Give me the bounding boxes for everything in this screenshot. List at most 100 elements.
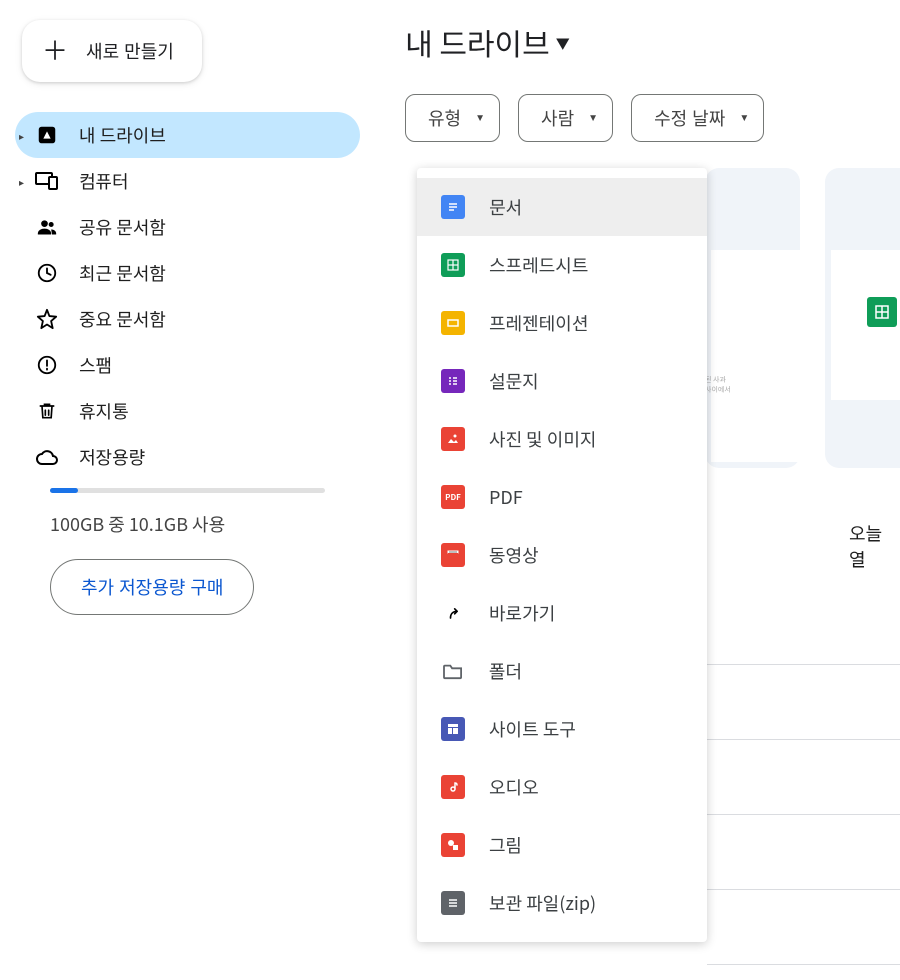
- sidebar: ＋ 새로 만들기 ▸ 내 드라이브 ▸ 컴퓨터 공유 문서함: [0, 0, 375, 615]
- filter-label: 유형: [428, 105, 461, 131]
- archive-icon: [441, 891, 465, 915]
- video-icon: [441, 543, 465, 567]
- list-row[interactable]: [707, 740, 900, 815]
- dropdown-item-folder[interactable]: 폴더: [417, 642, 707, 700]
- dropdown-label: 폴더: [489, 658, 522, 684]
- filter-modified[interactable]: 수정 날짜 ▼: [631, 94, 764, 142]
- filter-type[interactable]: 유형 ▼: [405, 94, 500, 142]
- file-card[interactable]: [705, 168, 800, 468]
- dropdown-item-shortcut[interactable]: 바로가기: [417, 584, 707, 642]
- storage-bar-fill: [50, 488, 78, 493]
- list-row[interactable]: [707, 815, 900, 890]
- storage-text: 100GB 중 10.1GB 사용: [50, 511, 325, 537]
- storage-bar: [50, 488, 325, 493]
- audio-icon: [441, 775, 465, 799]
- folder-icon: [441, 659, 465, 683]
- list-row[interactable]: [707, 665, 900, 740]
- list-row[interactable]: [707, 890, 900, 965]
- dropdown-label: 보관 파일(zip): [489, 890, 596, 916]
- dropdown-item-audio[interactable]: 오디오: [417, 758, 707, 816]
- people-icon: [35, 215, 59, 239]
- sheets-icon: [441, 253, 465, 277]
- filter-label: 사람: [541, 105, 574, 131]
- dropdown-item-forms[interactable]: 설문지: [417, 352, 707, 410]
- nav-item-shared[interactable]: 공유 문서함: [15, 204, 360, 250]
- nav-label: 컴퓨터: [79, 168, 129, 194]
- dropdown-label: PDF: [489, 484, 523, 510]
- docs-icon: [441, 195, 465, 219]
- expand-arrow-icon: ▸: [19, 174, 24, 189]
- new-button[interactable]: ＋ 새로 만들기: [22, 20, 202, 82]
- nav-item-starred[interactable]: 중요 문서함: [15, 296, 360, 342]
- spam-icon: [35, 353, 59, 377]
- trash-icon: [35, 399, 59, 423]
- dropdown-item-video[interactable]: 동영상: [417, 526, 707, 584]
- nav-item-trash[interactable]: 휴지통: [15, 388, 360, 434]
- forms-icon: [441, 369, 465, 393]
- image-icon: [441, 427, 465, 451]
- dropdown-label: 설문지: [489, 368, 539, 394]
- devices-icon: [35, 169, 59, 193]
- dropdown-label: 프레젠테이션: [489, 310, 588, 336]
- drive-icon: [35, 123, 59, 147]
- filter-label: 수정 날짜: [654, 105, 725, 131]
- dropdown-item-archive[interactable]: 보관 파일(zip): [417, 874, 707, 932]
- plus-icon: ＋: [42, 38, 68, 64]
- clock-icon: [35, 261, 59, 285]
- caret-down-icon: ▼: [475, 113, 485, 124]
- nav-label: 공유 문서함: [79, 214, 166, 240]
- file-list: [707, 590, 900, 965]
- dropdown-item-docs[interactable]: 문서: [417, 178, 707, 236]
- main-content: 내 드라이브 ▼ 유형 ▼ 사람 ▼ 수정 날짜 ▼ 된 사과 사이에서: [405, 20, 900, 172]
- page-title-text: 내 드라이브: [405, 20, 550, 64]
- nav-label: 최근 문서함: [79, 260, 166, 286]
- nav-label: 스팸: [79, 352, 112, 378]
- nav-label: 저장용량: [79, 444, 145, 470]
- nav-item-storage[interactable]: 저장용량: [15, 434, 360, 480]
- filter-row: 유형 ▼ 사람 ▼ 수정 날짜 ▼: [405, 94, 900, 142]
- dropdown-item-pdf[interactable]: PDF PDF: [417, 468, 707, 526]
- dropdown-item-images[interactable]: 사진 및 이미지: [417, 410, 707, 468]
- nav-label: 내 드라이브: [79, 122, 166, 148]
- sheets-icon: [867, 297, 897, 327]
- nav-item-computers[interactable]: ▸ 컴퓨터: [15, 158, 360, 204]
- dropdown-label: 스프레드시트: [489, 252, 588, 278]
- dropdown-label: 그림: [489, 832, 522, 858]
- dropdown-item-slides[interactable]: 프레젠테이션: [417, 294, 707, 352]
- dropdown-item-sites[interactable]: 사이트 도구: [417, 700, 707, 758]
- nav-label: 중요 문서함: [79, 306, 166, 332]
- list-row[interactable]: [707, 590, 900, 665]
- caret-down-icon: ▼: [588, 113, 598, 124]
- dropdown-label: 문서: [489, 194, 522, 220]
- nav-item-spam[interactable]: 스팸: [15, 342, 360, 388]
- dropdown-label: 바로가기: [489, 600, 555, 626]
- shortcut-icon: [441, 601, 465, 625]
- page-title[interactable]: 내 드라이브 ▼: [405, 20, 900, 64]
- dropdown-item-sheets[interactable]: 스프레드시트: [417, 236, 707, 294]
- slides-icon: [441, 311, 465, 335]
- new-button-label: 새로 만들기: [86, 38, 174, 64]
- file-preview-text: 사이에서: [705, 386, 731, 395]
- nav-item-recent[interactable]: 최근 문서함: [15, 250, 360, 296]
- drawings-icon: [441, 833, 465, 857]
- nav-item-my-drive[interactable]: ▸ 내 드라이브: [15, 112, 360, 158]
- nav-list: ▸ 내 드라이브 ▸ 컴퓨터 공유 문서함 최근 문서함: [0, 102, 375, 480]
- type-dropdown: 문서 스프레드시트 프레젠테이션 설문지 사진 및 이미지: [417, 168, 707, 942]
- storage-section: 100GB 중 10.1GB 사용 추가 저장용량 구매: [0, 480, 375, 615]
- file-preview: [711, 250, 800, 462]
- sites-icon: [441, 717, 465, 741]
- filter-people[interactable]: 사람 ▼: [518, 94, 613, 142]
- dropdown-label: 동영상: [489, 542, 539, 568]
- nav-label: 휴지통: [79, 398, 129, 424]
- dropdown-label: 사이트 도구: [489, 716, 576, 742]
- expand-arrow-icon: ▸: [19, 128, 24, 143]
- dropdown-label: 사진 및 이미지: [489, 426, 596, 452]
- cloud-icon: [35, 445, 59, 469]
- dropdown-item-drawings[interactable]: 그림: [417, 816, 707, 874]
- dropdown-label: 오디오: [489, 774, 539, 800]
- caret-down-icon: ▼: [739, 113, 749, 124]
- file-card-label: 오늘 열: [849, 520, 900, 572]
- star-icon: [35, 307, 59, 331]
- buy-storage-button[interactable]: 추가 저장용량 구매: [50, 559, 254, 615]
- caret-down-icon: ▼: [556, 34, 570, 54]
